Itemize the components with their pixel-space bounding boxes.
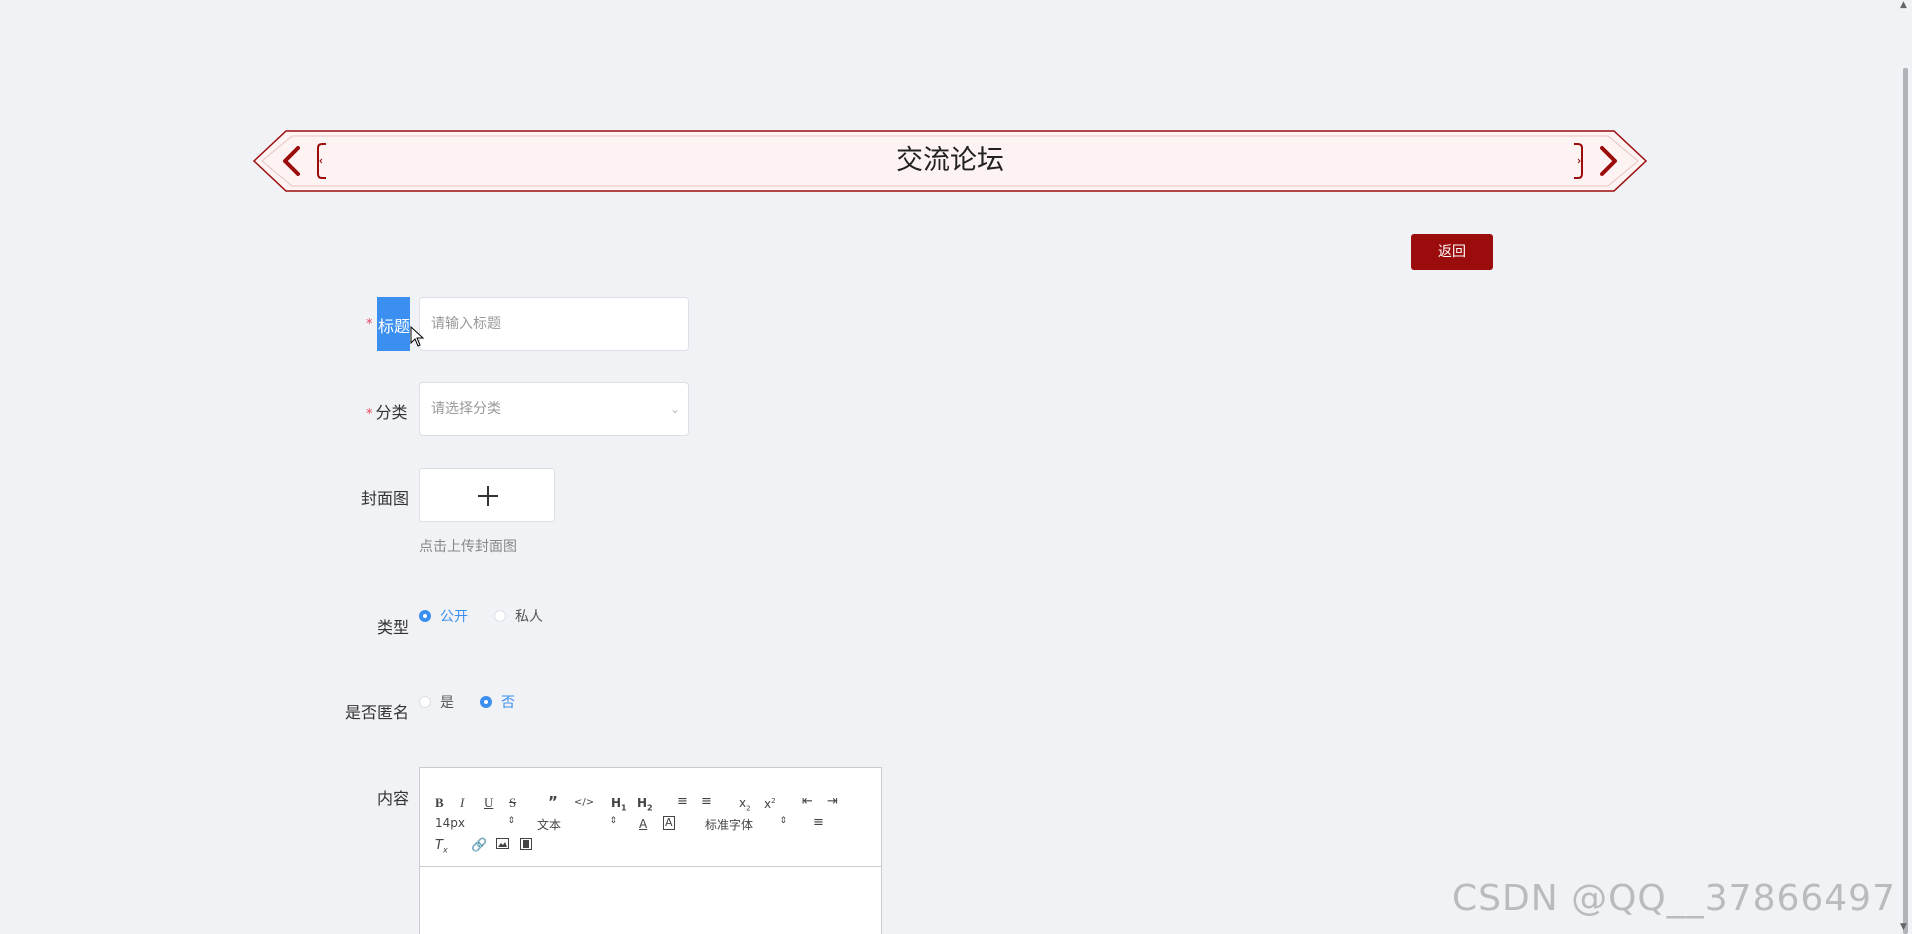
category-label: * 分类 [366,399,408,423]
image-glyph [496,838,509,849]
anon-option-no[interactable]: 否 [480,692,515,712]
title-input[interactable]: 请输入标题 [419,297,689,351]
title-required-mark: * [366,313,376,332]
type-option-private-label: 私人 [515,609,543,625]
content-label: 内容 [377,789,410,808]
scrollbar-thumb[interactable] [1903,68,1908,934]
radio-icon [494,610,506,622]
clear-format-icon[interactable]: Tx [435,838,448,859]
indent-icon[interactable]: ⇥ [827,794,838,810]
select-arrows-icon: ⇕ [779,816,787,826]
video-glyph [520,838,532,850]
heading-select[interactable]: 文本 ⇕ [537,816,617,833]
anon-label: 是否匿名 [345,703,410,722]
type-option-public[interactable]: 公开 [419,606,468,626]
category-select[interactable]: 请选择分类 ⌄ [419,382,689,436]
radio-icon [419,696,431,708]
type-label: 类型 [377,618,410,637]
ordered-list-icon[interactable]: ≡ [677,794,688,810]
type-option-private[interactable]: 私人 [494,606,543,626]
h2-icon[interactable]: H2 [637,795,653,816]
blockquote-icon[interactable]: ” [548,794,558,810]
type-option-public-label: 公开 [440,609,468,625]
superscript-icon[interactable]: x2 [764,793,776,812]
font-family-value: 标准字体 [705,818,754,832]
title-label: 标题 [378,317,411,336]
select-arrows-icon: ⇕ [507,816,515,826]
anon-option-yes-label: 是 [440,695,454,711]
radio-checked-icon [419,610,431,622]
cover-upload-button[interactable] [419,468,555,522]
scroll-up-icon[interactable]: ▲ [1900,0,1907,10]
plus-icon [478,486,498,506]
scroll-down-icon[interactable]: ▼ [1900,922,1907,932]
mouse-cursor-icon [410,326,424,347]
editor-content-area[interactable] [420,868,881,934]
cover-label: 封面图 [361,489,410,508]
font-size-select[interactable]: 14px ⇕ [435,816,515,830]
page-banner: 交流论坛 [252,128,1648,194]
heading-value: 文本 [537,818,562,832]
h1-icon[interactable]: H1 [611,795,627,816]
font-family-select[interactable]: 标准字体 ⇕ [705,816,787,833]
editor-toolbar: B I U S ” </> H1 H2 ≡ ≡ x2 x2 ⇤ ⇥ 14px ⇕ … [420,785,881,867]
select-arrows-icon: ⇕ [609,816,617,826]
font-size-value: 14px [435,816,465,830]
strike-icon[interactable]: S [509,795,516,812]
font-color-icon[interactable]: A [639,816,647,832]
page: 交流论坛 返回 * 标题 请输入标题 * 分类 请选择分类 ⌄ 封面图 点击上传封… [0,0,1912,934]
cover-upload-hint: 点击上传封面图 [419,539,517,555]
anon-option-yes[interactable]: 是 [419,692,454,712]
rich-text-editor: B I U S ” </> H1 H2 ≡ ≡ x2 x2 ⇤ ⇥ 14px ⇕ … [419,767,882,934]
background-color-icon[interactable]: A [663,816,675,830]
link-icon[interactable]: 🔗 [471,838,487,854]
code-icon[interactable]: </> [574,795,594,811]
subscript-icon[interactable]: x2 [739,795,751,816]
category-placeholder: 请选择分类 [431,401,501,417]
category-label-text: 分类 [375,403,408,422]
anon-option-no-label: 否 [501,695,515,711]
chevron-down-icon: ⌄ [669,402,680,416]
required-asterisk: * [366,407,373,422]
outdent-icon[interactable]: ⇤ [802,794,813,810]
image-icon[interactable] [496,838,509,854]
watermark: CSDN @QQ__3786649731 [1452,878,1912,919]
video-icon[interactable] [520,838,532,855]
back-button[interactable]: 返回 [1411,234,1493,270]
page-title: 交流论坛 [896,145,1004,176]
bold-icon[interactable]: B [435,795,444,812]
bullet-list-icon[interactable]: ≡ [701,794,712,810]
italic-icon[interactable]: I [460,795,464,812]
radio-checked-icon [480,696,492,708]
align-icon[interactable]: ≡ [813,815,824,831]
underline-icon[interactable]: U [484,795,493,812]
required-asterisk: * [366,317,373,332]
